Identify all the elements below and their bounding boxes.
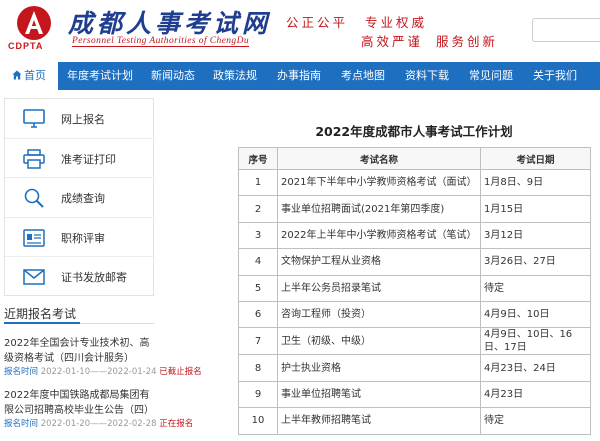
row-no: 4 (238, 248, 278, 276)
id-card-icon (23, 229, 45, 247)
table-row: 6 咨询工程师（投资） 4月9日、10日 (238, 300, 591, 329)
magnifier-icon (24, 188, 44, 208)
row-exam-date: 4月23日 (480, 380, 591, 409)
monitor-icon (23, 109, 45, 128)
nav-item-about[interactable]: 关于我们 (522, 62, 588, 90)
row-exam-date: 4月9日、10日 (480, 300, 591, 329)
column-header-no: 序号 (238, 147, 278, 170)
nav-item-faq[interactable]: 常见问题 (460, 62, 522, 90)
section-divider (4, 322, 154, 324)
table-row: 9 事业单位招聘笔试 4月23日 (238, 380, 591, 409)
table-row: 10 上半年教师招聘笔试 待定 (238, 407, 591, 435)
nav-item-downloads[interactable]: 资料下载 (394, 62, 460, 90)
quick-link-admission-ticket[interactable]: 准考证打印 (5, 139, 153, 179)
column-header-date: 考试日期 (480, 147, 591, 170)
row-no: 1 (238, 168, 278, 197)
search-input[interactable] (532, 18, 600, 42)
row-exam-name: 2022年上半年中小学教师资格考试（笔试） (277, 221, 481, 250)
logo-emblem-icon[interactable] (14, 4, 54, 42)
quick-link-label: 准考证打印 (61, 152, 116, 166)
exam-item-title[interactable]: 2022年度中国铁路成都局集团有限公司招聘高校毕业生公告（四） (4, 388, 156, 418)
exam-item-dates: 2022-01-20——2022-02-28 (40, 419, 157, 429)
row-exam-name: 上半年教师招聘笔试 (277, 407, 481, 435)
site-name-en: Personnel Testing Authorities of ChengDu (72, 36, 249, 47)
row-no: 5 (238, 274, 278, 302)
nav-item-home[interactable]: 首页 (0, 62, 58, 90)
nav-item-news[interactable]: 新闻动态 (142, 62, 204, 90)
row-exam-date: 4月23日、24日 (480, 354, 591, 382)
nav-item-exam-map[interactable]: 考点地图 (332, 62, 394, 90)
table-row: 3 2022年上半年中小学教师资格考试（笔试） 3月12日 (238, 221, 591, 250)
row-no: 10 (238, 407, 278, 435)
row-exam-name: 事业单位招聘笔试 (277, 380, 481, 409)
row-exam-name: 事业单位招聘面试(2021年第四季度) (277, 195, 481, 223)
row-exam-date: 1月8日、9日 (480, 168, 591, 197)
row-no: 7 (238, 327, 278, 356)
table-row: 8 护士执业资格 4月23日、24日 (238, 354, 591, 382)
exam-item-title[interactable]: 2022年全国会计专业技术初、高级资格考试（四川会计服务） (4, 336, 156, 366)
slogan-efficiency: 高效严谨 (361, 34, 424, 49)
table-row: 2 事业单位招聘面试(2021年第四季度) 1月15日 (238, 195, 591, 223)
exam-item-status: 正在报名 (159, 419, 194, 429)
row-no: 6 (238, 300, 278, 329)
row-exam-date: 3月26日、27日 (480, 248, 591, 276)
slogan-service: 服务创新 (436, 34, 499, 49)
exam-item-dates: 2022-01-10——2022-01-24 (40, 367, 157, 377)
table-row: 4 文物保护工程从业资格 3月26日、27日 (238, 248, 591, 276)
nav-item-policy[interactable]: 政策法规 (204, 62, 266, 90)
exam-item-status: 已截止报名 (159, 367, 202, 377)
row-exam-date: 3月12日 (480, 221, 591, 250)
logo-text: CDPTA (8, 41, 44, 51)
quick-link-label: 职称评审 (61, 231, 105, 245)
envelope-icon (23, 269, 45, 286)
row-exam-name: 卫生（初级、中级） (277, 327, 481, 356)
exam-item-meta-label: 报名时间 (4, 419, 39, 429)
exam-item[interactable]: 2022年全国会计专业技术初、高级资格考试（四川会计服务） 报名时间 2022-… (4, 336, 202, 378)
row-exam-date: 4月9日、10日、16日、17日 (480, 327, 591, 356)
row-no: 9 (238, 380, 278, 409)
table-row: 5 上半年公务员招录笔试 待定 (238, 274, 591, 302)
row-exam-name: 上半年公务员招录笔试 (277, 274, 481, 302)
exam-plan-table: 序号 考试名称 考试日期 1 2021年下半年中小学教师资格考试（面试） 1月8… (238, 147, 591, 435)
row-no: 8 (238, 354, 278, 382)
exam-item-meta-label: 报名时间 (4, 367, 39, 377)
table-row: 1 2021年下半年中小学教师资格考试（面试） 1月8日、9日 (238, 168, 591, 197)
quick-link-online-registration[interactable]: 网上报名 (5, 99, 153, 139)
quick-link-label: 网上报名 (61, 113, 105, 126)
slogan-authority: 专业权威 (365, 15, 428, 30)
site-header: CDPTA 成都人事考试网 Personnel Testing Authorit… (0, 0, 600, 62)
quick-link-title-review[interactable]: 职称评审 (5, 218, 153, 258)
row-exam-date: 1月15日 (480, 195, 591, 223)
quick-links-panel: 网上报名 准考证打印 成绩查询 职称评审 证书发放邮寄 (4, 98, 154, 296)
row-exam-name: 护士执业资格 (277, 354, 481, 382)
exam-item-meta: 报名时间 2022-01-10——2022-01-24 已截止报名 (4, 366, 202, 378)
site-name-cn[interactable]: 成都人事考试网 (68, 4, 271, 40)
quick-link-label: 证书发放邮寄 (61, 271, 127, 285)
printer-icon (23, 148, 45, 169)
row-no: 2 (238, 195, 278, 223)
column-header-name: 考试名称 (277, 147, 481, 170)
row-exam-name: 文物保护工程从业资格 (277, 248, 481, 276)
main-nav: 首页 年度考试计划 新闻动态 政策法规 办事指南 考点地图 资料下载 常见问题 … (0, 62, 600, 90)
nav-item-guide[interactable]: 办事指南 (266, 62, 332, 90)
slogan-fairness: 公正公平 (286, 15, 349, 30)
exam-item[interactable]: 2022年度中国铁路成都局集团有限公司招聘高校毕业生公告（四） 报名时间 202… (4, 388, 193, 430)
quick-link-certificate-mailing[interactable]: 证书发放邮寄 (5, 257, 153, 297)
page-title: 2022年度成都市人事考试工作计划 (315, 124, 513, 139)
row-exam-name: 2021年下半年中小学教师资格考试（面试） (277, 168, 481, 197)
home-icon (12, 70, 22, 80)
exam-item-meta: 报名时间 2022-01-20——2022-02-28 正在报名 (4, 418, 193, 430)
row-exam-name: 咨询工程师（投资） (277, 300, 481, 329)
quick-link-label: 成绩查询 (61, 192, 105, 206)
nav-item-label: 首页 (24, 69, 46, 82)
row-no: 3 (238, 221, 278, 250)
quick-link-score-query[interactable]: 成绩查询 (5, 178, 153, 218)
table-row: 7 卫生（初级、中级） 4月9日、10日、16日、17日 (238, 327, 591, 356)
row-exam-date: 待定 (480, 407, 591, 435)
row-exam-date: 待定 (480, 274, 591, 302)
table-header-row: 序号 考试名称 考试日期 (238, 147, 591, 170)
recent-exams-title: 近期报名考试 (4, 307, 77, 321)
nav-item-annual-plan[interactable]: 年度考试计划 (58, 62, 142, 90)
